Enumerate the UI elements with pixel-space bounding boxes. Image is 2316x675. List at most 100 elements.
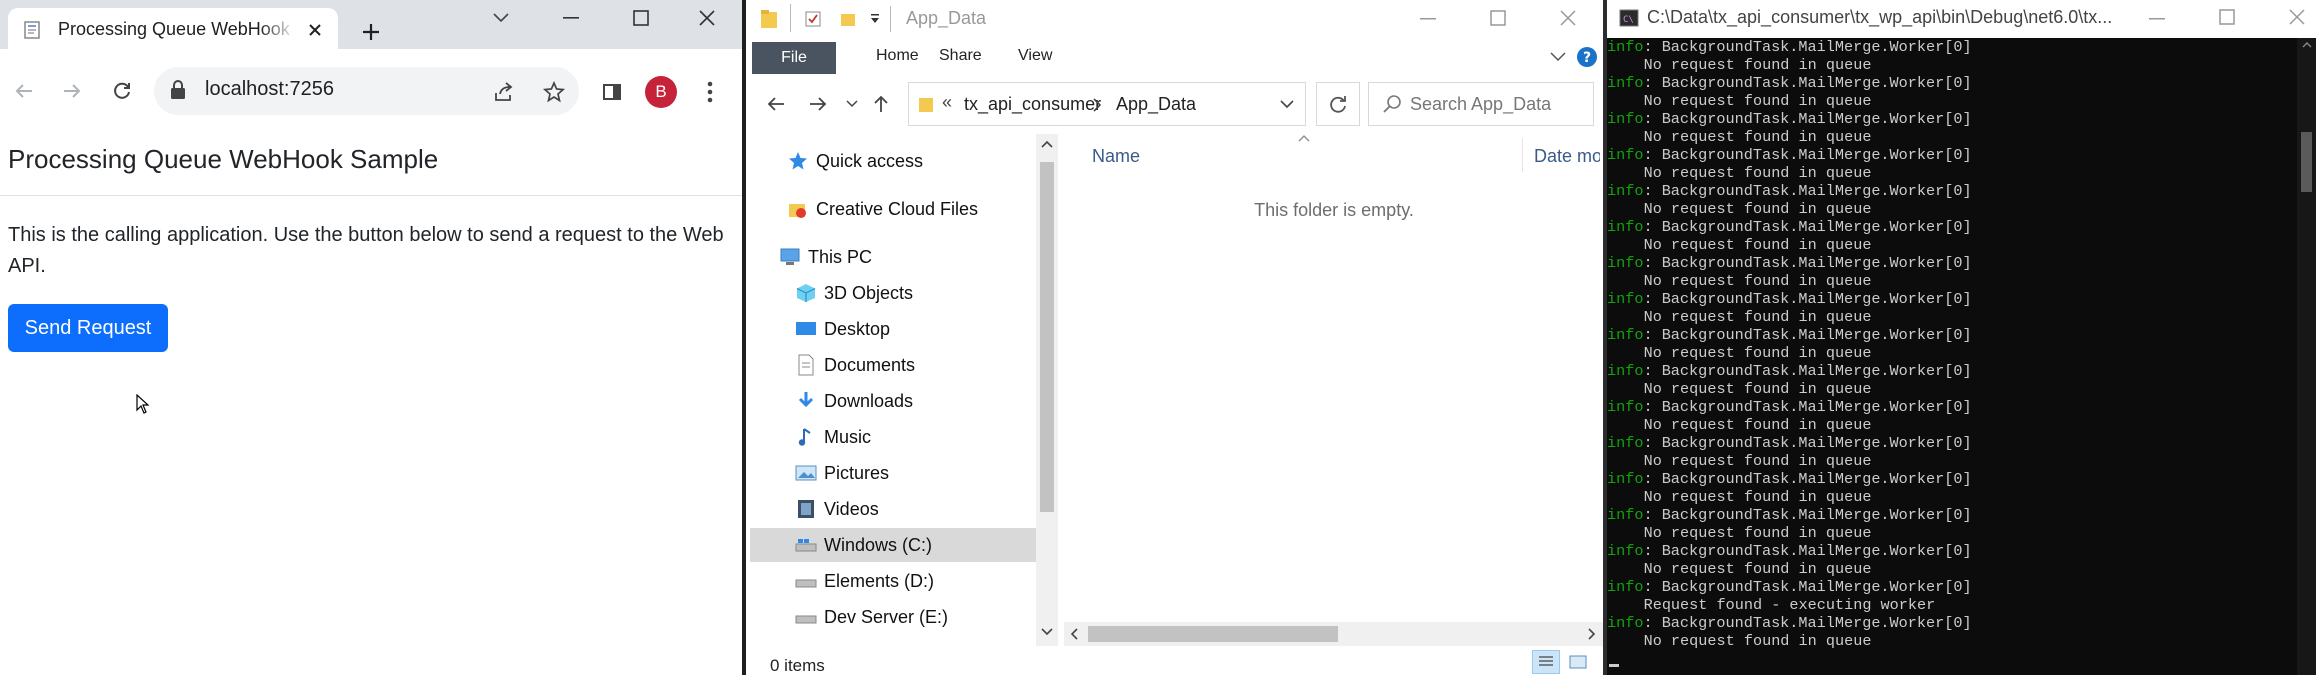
large-icons-view-icon[interactable] (1564, 650, 1592, 674)
tab-title: Processing Queue WebHook Sample (58, 19, 296, 39)
page-icon (22, 20, 42, 40)
nav-label: Downloads (824, 390, 914, 411)
ribbon-tab-home[interactable]: Home (876, 47, 919, 65)
close-tab-icon[interactable] (302, 17, 328, 43)
log-level: info (1607, 434, 1644, 452)
forward-icon[interactable] (56, 75, 88, 107)
log-level: info (1607, 614, 1644, 632)
minimize-icon[interactable] (1420, 18, 1436, 20)
recent-locations-icon[interactable] (846, 100, 858, 108)
log-message: No request found in queue (1643, 416, 1872, 434)
maximize-icon[interactable] (606, 0, 676, 36)
breadcrumb-item[interactable]: tx_api_consumer (964, 94, 1101, 115)
minimize-icon[interactable] (536, 0, 606, 36)
scroll-left-icon[interactable] (1070, 628, 1078, 640)
nav-item-creative-cloud[interactable]: Creative Cloud Files (750, 192, 1036, 226)
close-window-icon[interactable] (1560, 10, 1576, 26)
reload-icon[interactable] (106, 75, 138, 107)
ribbon-tab-view[interactable]: View (1018, 47, 1052, 65)
horizontal-scrollbar[interactable] (1064, 622, 1603, 646)
close-window-icon[interactable] (2289, 9, 2305, 25)
log-entry-header: info: BackgroundTask.MailMerge.Worker[0] (1607, 182, 2297, 200)
console-output[interactable]: info: BackgroundTask.MailMerge.Worker[0]… (1607, 38, 2297, 675)
tab-search-icon[interactable] (466, 0, 536, 36)
chevron-down-icon[interactable] (1280, 100, 1294, 110)
chevron-right-icon[interactable] (1092, 98, 1102, 112)
column-date-modified[interactable]: Date mo (1534, 146, 1600, 167)
log-source: : BackgroundTask.MailMerge.Worker[0] (1643, 110, 1972, 128)
minimize-icon[interactable] (2149, 18, 2165, 20)
scroll-right-icon[interactable] (1588, 628, 1596, 640)
expand-ribbon-icon[interactable] (1550, 52, 1566, 62)
console-app-icon: C\ (1619, 9, 1639, 27)
log-level: info (1607, 362, 1644, 380)
side-panel-icon[interactable] (598, 78, 626, 106)
browser-tab[interactable]: Processing Queue WebHook Sample (8, 8, 338, 49)
properties-icon[interactable] (804, 10, 822, 28)
scrollbar-thumb[interactable] (2301, 132, 2312, 192)
bookmark-star-icon[interactable] (540, 78, 568, 106)
nav-scrollbar[interactable] (1036, 134, 1058, 646)
nav-item-music[interactable]: Music (750, 420, 1036, 454)
nav-item-videos[interactable]: Videos (750, 492, 1036, 526)
maximize-icon[interactable] (2219, 9, 2235, 25)
scroll-up-icon[interactable] (2302, 42, 2312, 48)
scroll-down-icon[interactable] (1041, 628, 1053, 636)
nav-item-quick-access[interactable]: Quick access (750, 144, 1036, 178)
new-folder-icon[interactable] (840, 10, 856, 28)
title-divider (890, 6, 891, 32)
new-tab-icon[interactable] (356, 17, 386, 47)
send-request-button[interactable]: Send Request (8, 304, 168, 352)
scrollbar-thumb[interactable] (1040, 162, 1054, 512)
ribbon-tab-share[interactable]: Share (939, 47, 982, 65)
column-divider[interactable] (1522, 138, 1523, 172)
log-entry-header: info: BackgroundTask.MailMerge.Worker[0] (1607, 362, 2297, 380)
nav-item-windows-c[interactable]: Windows (C:) (750, 528, 1036, 562)
breadcrumb-item[interactable]: App_Data (1116, 94, 1196, 115)
nav-item-3d-objects[interactable]: 3D Objects (750, 276, 1036, 310)
help-icon[interactable]: ? (1576, 46, 1598, 68)
nav-item-pictures[interactable]: Pictures (750, 456, 1036, 490)
maximize-icon[interactable] (1490, 10, 1506, 26)
scroll-up-icon[interactable] (1041, 140, 1053, 148)
nav-item-desktop[interactable]: Desktop (750, 312, 1036, 346)
share-icon[interactable] (490, 78, 518, 106)
document-icon (794, 353, 818, 377)
forward-icon[interactable] (808, 94, 828, 114)
details-view-icon[interactable] (1532, 650, 1560, 674)
close-window-icon[interactable] (672, 0, 742, 36)
log-entry-header: info: BackgroundTask.MailMerge.Worker[0] (1607, 290, 2297, 308)
log-level: info (1607, 218, 1644, 236)
breadcrumb-overflow[interactable]: « (942, 92, 952, 113)
log-source: : BackgroundTask.MailMerge.Worker[0] (1643, 218, 1972, 236)
download-icon (794, 389, 818, 413)
nav-item-this-pc[interactable]: This PC (750, 240, 1036, 274)
log-entry-header: info: BackgroundTask.MailMerge.Worker[0] (1607, 74, 2297, 92)
console-scrollbar[interactable] (2297, 38, 2316, 675)
log-source: : BackgroundTask.MailMerge.Worker[0] (1643, 254, 1972, 272)
ribbon-tabs (746, 42, 1603, 74)
customize-toolbar-icon[interactable] (870, 14, 880, 24)
nav-label: Documents (824, 354, 916, 375)
nav-label: Music (824, 426, 872, 447)
nav-item-downloads[interactable]: Downloads (750, 384, 1036, 418)
log-message: No request found in queue (1643, 272, 1872, 290)
log-entry-header: info: BackgroundTask.MailMerge.Worker[0] (1607, 254, 2297, 272)
scrollbar-thumb[interactable] (1088, 626, 1338, 642)
search-placeholder[interactable]: Search App_Data (1410, 94, 1551, 115)
ribbon-tab-file[interactable]: File (752, 42, 836, 74)
nav-item-elements-d[interactable]: Elements (D:) (750, 564, 1036, 598)
nav-item-dev-server-e[interactable]: Dev Server (E:) (750, 600, 1036, 634)
nav-item-documents[interactable]: Documents (750, 348, 1036, 382)
back-icon[interactable] (766, 94, 786, 114)
log-source: : BackgroundTask.MailMerge.Worker[0] (1643, 146, 1972, 164)
column-name[interactable]: Name (1092, 146, 1140, 167)
up-folder-icon[interactable] (872, 94, 890, 114)
lock-icon[interactable] (170, 80, 186, 100)
back-icon[interactable] (8, 75, 40, 107)
refresh-icon[interactable] (1316, 82, 1360, 126)
url-text[interactable]: localhost:7256 (205, 78, 334, 101)
profile-avatar[interactable]: B (645, 76, 677, 108)
log-entry-header: info: BackgroundTask.MailMerge.Worker[0] (1607, 398, 2297, 416)
more-menu-icon[interactable] (698, 76, 722, 108)
